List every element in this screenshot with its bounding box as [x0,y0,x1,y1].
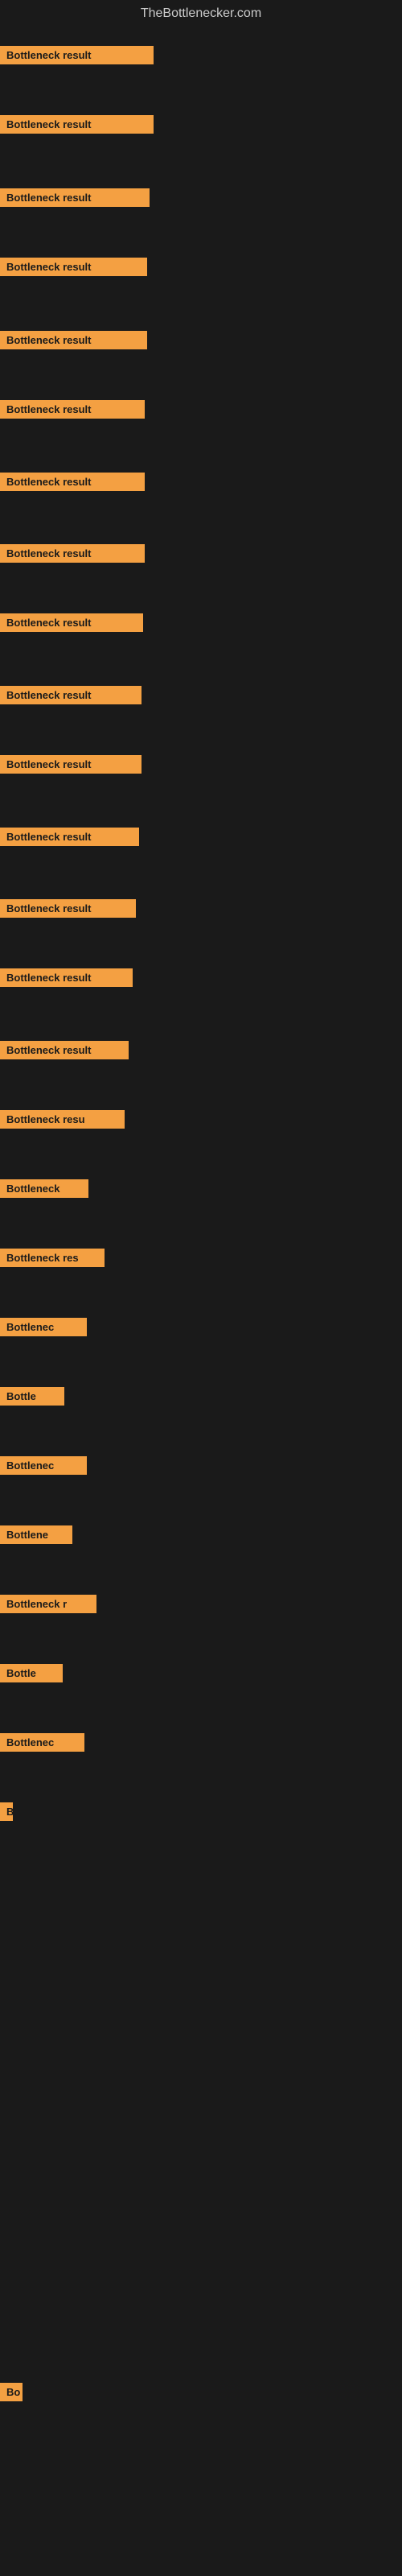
bottleneck-result-item: Bottleneck result [0,331,147,349]
bottleneck-result-item: Bottleneck result [0,686,142,704]
bottleneck-result-item: Bottleneck result [0,400,145,419]
bottleneck-result-item: Bottleneck [0,1179,88,1198]
bottleneck-result-item: Bottlenec [0,1733,84,1752]
bottleneck-result-item: Bottleneck result [0,899,136,918]
site-title: TheBottlenecker.com [0,0,402,24]
bottleneck-result-item: Bottleneck result [0,473,145,491]
bottleneck-result-item: Bo [0,2383,23,2401]
bottleneck-result-item: Bottleneck result [0,188,150,207]
bottleneck-result-item: Bottlenec [0,1318,87,1336]
bottleneck-result-item: Bottleneck result [0,544,145,563]
bottleneck-result-item: Bottleneck res [0,1249,105,1267]
bottleneck-result-item: Bottleneck result [0,755,142,774]
bottleneck-result-item: Bottle [0,1387,64,1406]
bottleneck-result-item: Bottleneck result [0,115,154,134]
bottleneck-result-item: Bottleneck resu [0,1110,125,1129]
bottleneck-result-item: Bottlenec [0,1456,87,1475]
bottleneck-result-item: Bottleneck result [0,1041,129,1059]
bottleneck-result-item: Bottleneck result [0,46,154,64]
bottleneck-result-item: Bottleneck result [0,968,133,987]
bottleneck-result-item: Bottleneck r [0,1595,96,1613]
bottleneck-result-item: Bottleneck result [0,828,139,846]
bottleneck-result-item: Bottlene [0,1525,72,1544]
bottleneck-result-item: Bottleneck result [0,613,143,632]
bottleneck-result-item: Bottle [0,1664,63,1682]
bottleneck-result-item: B [0,1802,13,1821]
bottleneck-result-item: Bottleneck result [0,258,147,276]
